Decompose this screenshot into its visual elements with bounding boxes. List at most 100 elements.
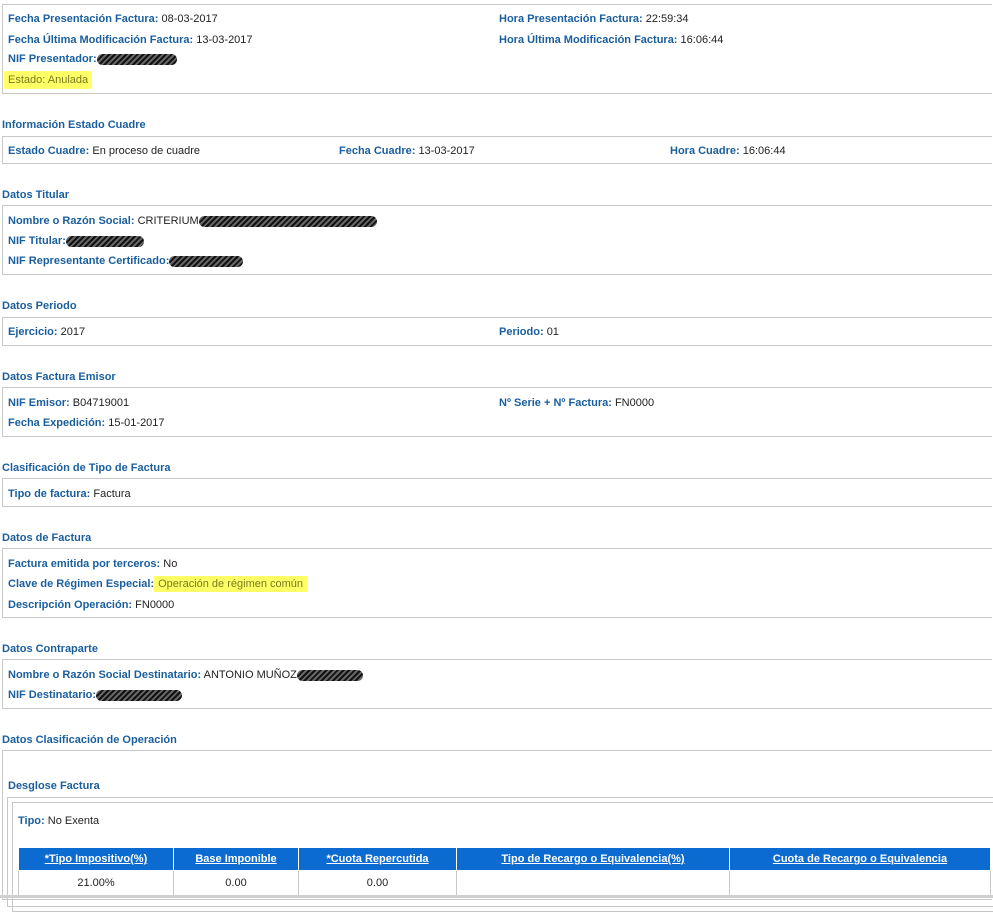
nif-presentador-label: NIF Presentador:	[8, 53, 97, 65]
clasificacion-section-title: Clasificación de Tipo de Factura	[2, 462, 171, 474]
nombre-titular-label: Nombre o Razón Social:	[8, 215, 135, 227]
clave-highlight: Operación de régimen común	[154, 576, 308, 592]
estado-value: Anulada	[47, 74, 89, 86]
hora-presentacion-value: 22:59:34	[645, 13, 689, 25]
fecha-mod-label: Fecha Última Modificación Factura:	[8, 34, 194, 46]
fecha-expedicion-value: 15-01-2017	[108, 417, 165, 429]
redacted-nombre-titular	[198, 215, 377, 227]
estado-label: Estado:	[8, 74, 46, 86]
periodo-row: Periodo: 01	[499, 325, 559, 339]
ejercicio-value: 2017	[60, 326, 86, 338]
cell-tipo-recargo	[456, 870, 730, 896]
contraparte-box: Nombre o Razón Social Destinatario: ANTO…	[2, 659, 992, 709]
fecha-presentacion-row: Fecha Presentación Factura: 08-03-2017	[8, 12, 218, 26]
desglose-table: *Tipo Impositivo(%) Base Imponible *Cuot…	[18, 847, 991, 896]
nif-destinatario-row: NIF Destinatario:	[8, 688, 183, 702]
serie-value: FN0000	[614, 397, 655, 409]
nif-emisor-row: NIF Emisor: B04719001	[8, 396, 129, 410]
emisor-section-title: Datos Factura Emisor	[2, 371, 116, 383]
nif-destinatario-label: NIF Destinatario:	[8, 689, 97, 701]
header-base-imponible[interactable]: Base Imponible	[173, 847, 299, 871]
nombre-titular-value: CRITERIUM	[137, 215, 199, 227]
periodo-section-title: Datos Periodo	[2, 300, 77, 312]
cell-cuota-recargo	[729, 870, 991, 896]
estado-cuadre-row: Estado Cuadre: En proceso de cuadre	[8, 144, 200, 158]
redacted-nif-rep	[169, 255, 244, 267]
operacion-box: Desglose Factura Tipo: No Exenta *Tipo I…	[2, 750, 993, 912]
descripcion-value: FN0000	[135, 599, 175, 611]
redacted-nif-destinatario	[96, 689, 183, 701]
hora-presentacion-row: Hora Presentación Factura: 22:59:34	[499, 12, 689, 26]
periodo-box: Ejercicio: 2017 Periodo: 01	[2, 317, 992, 346]
emisor-box: NIF Emisor: B04719001 Nº Serie + Nº Fact…	[2, 387, 992, 437]
tipo-factura-row: Tipo de factura: Factura	[8, 487, 131, 501]
nombre-destinatario-label: Nombre o Razón Social Destinatario:	[8, 669, 202, 681]
titular-box: Nombre o Razón Social: CRITERIUM NIF Tit…	[2, 205, 992, 275]
tipo-row: Tipo: No Exenta	[18, 814, 99, 828]
descripcion-row: Descripción Operación: FN0000	[8, 598, 174, 612]
fecha-cuadre-value: 13-03-2017	[418, 145, 475, 157]
table-row: 21.00% 0.00 0.00	[18, 870, 991, 896]
desglose-title: Desglose Factura	[8, 780, 100, 792]
ejercicio-row: Ejercicio: 2017	[8, 325, 85, 339]
estado-cuadre-label: Estado Cuadre:	[8, 145, 90, 157]
terceros-label: Factura emitida por terceros:	[8, 558, 161, 570]
tipo-label: Tipo:	[18, 815, 45, 827]
hora-mod-label: Hora Última Modificación Factura:	[499, 34, 678, 46]
header-cuota-repercutida[interactable]: *Cuota Repercutida	[298, 847, 457, 871]
nif-rep-row: NIF Representante Certificado:	[8, 254, 244, 268]
titular-section-title: Datos Titular	[2, 189, 70, 201]
hora-presentacion-label: Hora Presentación Factura:	[499, 13, 643, 25]
desglose-box: Tipo: No Exenta *Tipo Impositivo(%) Base…	[7, 797, 993, 912]
nif-presentador-row: NIF Presentador:	[8, 52, 177, 66]
table-header-row: *Tipo Impositivo(%) Base Imponible *Cuot…	[18, 847, 991, 871]
clave-label: Clave de Régimen Especial:	[8, 578, 155, 590]
header-tipo-impositivo[interactable]: *Tipo Impositivo(%)	[18, 847, 174, 871]
descripcion-label: Descripción Operación:	[8, 599, 133, 611]
fecha-expedicion-row: Fecha Expedición: 15-01-2017	[8, 416, 165, 430]
fecha-mod-row: Fecha Última Modificación Factura: 13-03…	[8, 33, 253, 47]
hora-mod-row: Hora Última Modificación Factura: 16:06:…	[499, 33, 723, 47]
hora-cuadre-value: 16:06:44	[742, 145, 786, 157]
factura-box: Factura emitida por terceros: No Clave d…	[2, 548, 992, 618]
nif-titular-label: NIF Titular:	[8, 235, 66, 247]
periodo-label: Periodo:	[499, 326, 544, 338]
nif-emisor-label: NIF Emisor:	[8, 397, 70, 409]
estado-row: Estado: Anulada	[4, 71, 93, 89]
factura-section-title: Datos de Factura	[2, 532, 92, 544]
redacted-nif-titular	[65, 235, 144, 247]
fecha-presentacion-value: 08-03-2017	[161, 13, 218, 25]
fecha-mod-value: 13-03-2017	[196, 34, 253, 46]
clave-row: Clave de Régimen Especial: Operación de r…	[8, 576, 308, 592]
hora-cuadre-label: Hora Cuadre:	[670, 145, 740, 157]
tipo-factura-label: Tipo de factura:	[8, 488, 91, 500]
invoice-info-box: Fecha Presentación Factura: 08-03-2017 H…	[2, 4, 992, 94]
terceros-row: Factura emitida por terceros: No	[8, 557, 177, 571]
tipo-factura-value: Factura	[93, 488, 131, 500]
clasificacion-box: Tipo de factura: Factura	[2, 478, 992, 507]
contraparte-section-title: Datos Contraparte	[2, 643, 98, 655]
cell-tipo-impositivo: 21.00%	[18, 870, 174, 896]
fecha-cuadre-label: Fecha Cuadre:	[339, 145, 416, 157]
tipo-value: No Exenta	[47, 815, 100, 827]
redacted-nombre-destinatario	[296, 669, 363, 681]
hora-cuadre-row: Hora Cuadre: 16:06:44	[670, 144, 786, 158]
nombre-titular-row: Nombre o Razón Social: CRITERIUM	[8, 214, 377, 228]
header-cuota-recargo[interactable]: Cuota de Recargo o Equivalencia	[729, 847, 991, 871]
serie-row: Nº Serie + Nº Factura: FN0000	[499, 396, 654, 410]
hora-mod-value: 16:06:44	[680, 34, 724, 46]
nif-rep-label: NIF Representante Certificado:	[8, 255, 170, 267]
operacion-section-title: Datos Clasificación de Operación	[2, 734, 177, 746]
cell-base-imponible: 0.00	[173, 870, 299, 896]
cuadre-box: Estado Cuadre: En proceso de cuadre Fech…	[2, 136, 992, 164]
header-tipo-recargo[interactable]: Tipo de Recargo o Equivalencia(%)	[456, 847, 730, 871]
nombre-destinatario-value: ANTONIO MUÑOZ	[203, 669, 297, 681]
redacted-nif-presentador	[96, 53, 177, 65]
periodo-value: 01	[546, 326, 559, 338]
terceros-value: No	[163, 558, 178, 570]
cell-cuota-repercutida: 0.00	[298, 870, 457, 896]
fecha-presentacion-label: Fecha Presentación Factura:	[8, 13, 159, 25]
nombre-destinatario-row: Nombre o Razón Social Destinatario: ANTO…	[8, 668, 363, 682]
nif-emisor-value: B04719001	[72, 397, 130, 409]
clave-value: Operación de régimen común	[158, 578, 304, 590]
